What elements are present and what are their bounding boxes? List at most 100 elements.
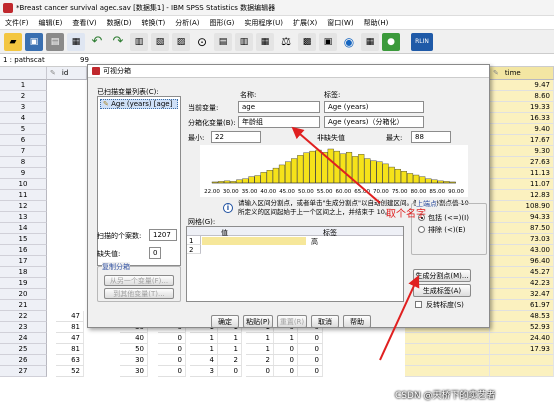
table-cell[interactable]: 1	[214, 333, 242, 344]
show-all-icon[interactable]: ▦	[361, 32, 379, 51]
reverse-scale-checkbox[interactable]	[415, 301, 422, 308]
row-number[interactable]: 7	[0, 146, 47, 157]
table-cell[interactable]	[405, 333, 490, 344]
table-cell[interactable]: 108.90	[490, 201, 554, 212]
reset-button[interactable]: 重置(R)	[277, 315, 307, 328]
grid-row-1-label[interactable]: 高	[307, 237, 403, 246]
cancel-button[interactable]: 取消	[311, 315, 339, 328]
table-cell[interactable]	[405, 344, 490, 355]
table-cell[interactable]: 81	[56, 322, 84, 333]
table-cell[interactable]: 81	[56, 344, 84, 355]
weight-cases-icon[interactable]: ⚖	[277, 33, 295, 51]
table-cell[interactable]: 1	[270, 333, 298, 344]
table-cell[interactable]: 73.03	[490, 234, 554, 245]
row-number[interactable]: 9	[0, 168, 47, 179]
table-cell[interactable]: 17.67	[490, 135, 554, 146]
cutpoint-grid[interactable]: 值 标签 1 高 2	[186, 226, 404, 302]
menu-analyze[interactable]: 分析(A)	[170, 18, 204, 28]
menu-utilities[interactable]: 实用程序(U)	[239, 18, 288, 28]
redo-icon[interactable]: ↷	[109, 33, 127, 51]
table-cell[interactable]: 0	[214, 366, 242, 377]
row-number[interactable]: 18	[0, 267, 47, 278]
table-cell[interactable]: 96.40	[490, 256, 554, 267]
table-cell[interactable]	[405, 366, 490, 377]
table-cell[interactable]: 42.23	[490, 278, 554, 289]
grid-row-1-value[interactable]	[202, 237, 306, 245]
row-number[interactable]: 3	[0, 102, 47, 113]
table-cell[interactable]	[405, 355, 490, 366]
column-header-id[interactable]: ✎ id	[47, 67, 87, 80]
menu-graphs[interactable]: 图形(G)	[205, 18, 240, 28]
table-cell[interactable]: 63	[56, 355, 84, 366]
row-number[interactable]: 13	[0, 212, 47, 223]
table-cell[interactable]: 50	[120, 344, 148, 355]
menu-data[interactable]: 数据(D)	[102, 18, 137, 28]
undo-icon[interactable]: ↶	[88, 33, 106, 51]
row-number[interactable]: 21	[0, 300, 47, 311]
row-number[interactable]: 11	[0, 190, 47, 201]
column-header-time[interactable]: ✎ time	[490, 67, 554, 80]
row-number[interactable]: 26	[0, 355, 47, 366]
open-folder-icon[interactable]: ▰	[4, 32, 22, 51]
row-number[interactable]: 22	[0, 311, 47, 322]
menu-edit[interactable]: 编辑(E)	[34, 18, 68, 28]
row-number[interactable]: 27	[0, 366, 47, 377]
split-file-icon[interactable]: ▦	[256, 32, 274, 51]
table-cell[interactable]: 52	[56, 366, 84, 377]
row-number[interactable]: 8	[0, 157, 47, 168]
insert-variable-icon[interactable]: ▥	[235, 32, 253, 51]
table-cell[interactable]: 0	[270, 366, 298, 377]
table-cell[interactable]: 61.97	[490, 300, 554, 311]
table-cell[interactable]: 48.53	[490, 311, 554, 322]
table-cell[interactable]: 0	[295, 344, 323, 355]
from-other-var-button[interactable]: 从另一个变量(F)...	[104, 275, 174, 286]
table-cell[interactable]: 17.93	[490, 344, 554, 355]
table-cell[interactable]: 0	[295, 333, 323, 344]
ok-button[interactable]: 确定	[211, 315, 239, 328]
table-cell[interactable]: 0	[158, 355, 186, 366]
table-cell[interactable]	[490, 366, 554, 377]
row-number[interactable]: 12	[0, 201, 47, 212]
table-cell[interactable]: 94.33	[490, 212, 554, 223]
table-cell[interactable]: 0	[158, 344, 186, 355]
select-cases-icon[interactable]: ▩	[298, 32, 316, 51]
make-labels-button[interactable]: 生成标签(A)	[413, 284, 471, 297]
table-cell[interactable]: 0	[270, 344, 298, 355]
table-cell[interactable]: 0	[295, 355, 323, 366]
row-number[interactable]: 14	[0, 223, 47, 234]
goto-case-icon[interactable]: ▥	[130, 32, 148, 51]
row-number[interactable]: 25	[0, 344, 47, 355]
table-cell[interactable]: 2	[214, 355, 242, 366]
exclude-radio[interactable]	[418, 226, 425, 233]
table-cell[interactable]: 30	[120, 355, 148, 366]
row-number[interactable]: 6	[0, 135, 47, 146]
table-cell[interactable]: 19.33	[490, 102, 554, 113]
table-cell[interactable]: 0	[295, 366, 323, 377]
dialog-recall-icon[interactable]: ▦	[67, 32, 85, 51]
table-cell[interactable]: 11.13	[490, 168, 554, 179]
row-number[interactable]: 10	[0, 179, 47, 190]
row-number[interactable]: 16	[0, 245, 47, 256]
insert-cases-icon[interactable]: ▤	[214, 32, 232, 51]
value-labels-icon[interactable]: ▣	[319, 32, 337, 51]
find-icon[interactable]: ⊙	[193, 33, 211, 51]
save-icon[interactable]: ▣	[25, 32, 43, 51]
row-number[interactable]: 4	[0, 113, 47, 124]
use-sets-icon[interactable]: ◉	[340, 33, 358, 51]
print-icon[interactable]: ▤	[46, 32, 64, 51]
row-number[interactable]: 20	[0, 289, 47, 300]
scanned-var-item[interactable]: ✎ Age (years) [age]	[100, 99, 178, 109]
row-number[interactable]: 5	[0, 124, 47, 135]
spelling-icon[interactable]: ●	[382, 32, 400, 51]
table-cell[interactable]	[490, 355, 554, 366]
rlin-icon[interactable]: RLIN	[411, 32, 433, 51]
row-number[interactable]: 15	[0, 234, 47, 245]
table-cell[interactable]: 8.60	[490, 91, 554, 102]
cell-value[interactable]: 99	[80, 56, 89, 64]
menu-file[interactable]: 文件(F)	[0, 18, 34, 28]
table-cell[interactable]: 0	[270, 355, 298, 366]
row-number[interactable]: 24	[0, 333, 47, 344]
table-cell[interactable]: 30	[120, 366, 148, 377]
table-cell[interactable]: 0	[158, 366, 186, 377]
table-cell[interactable]: 52.93	[490, 322, 554, 333]
